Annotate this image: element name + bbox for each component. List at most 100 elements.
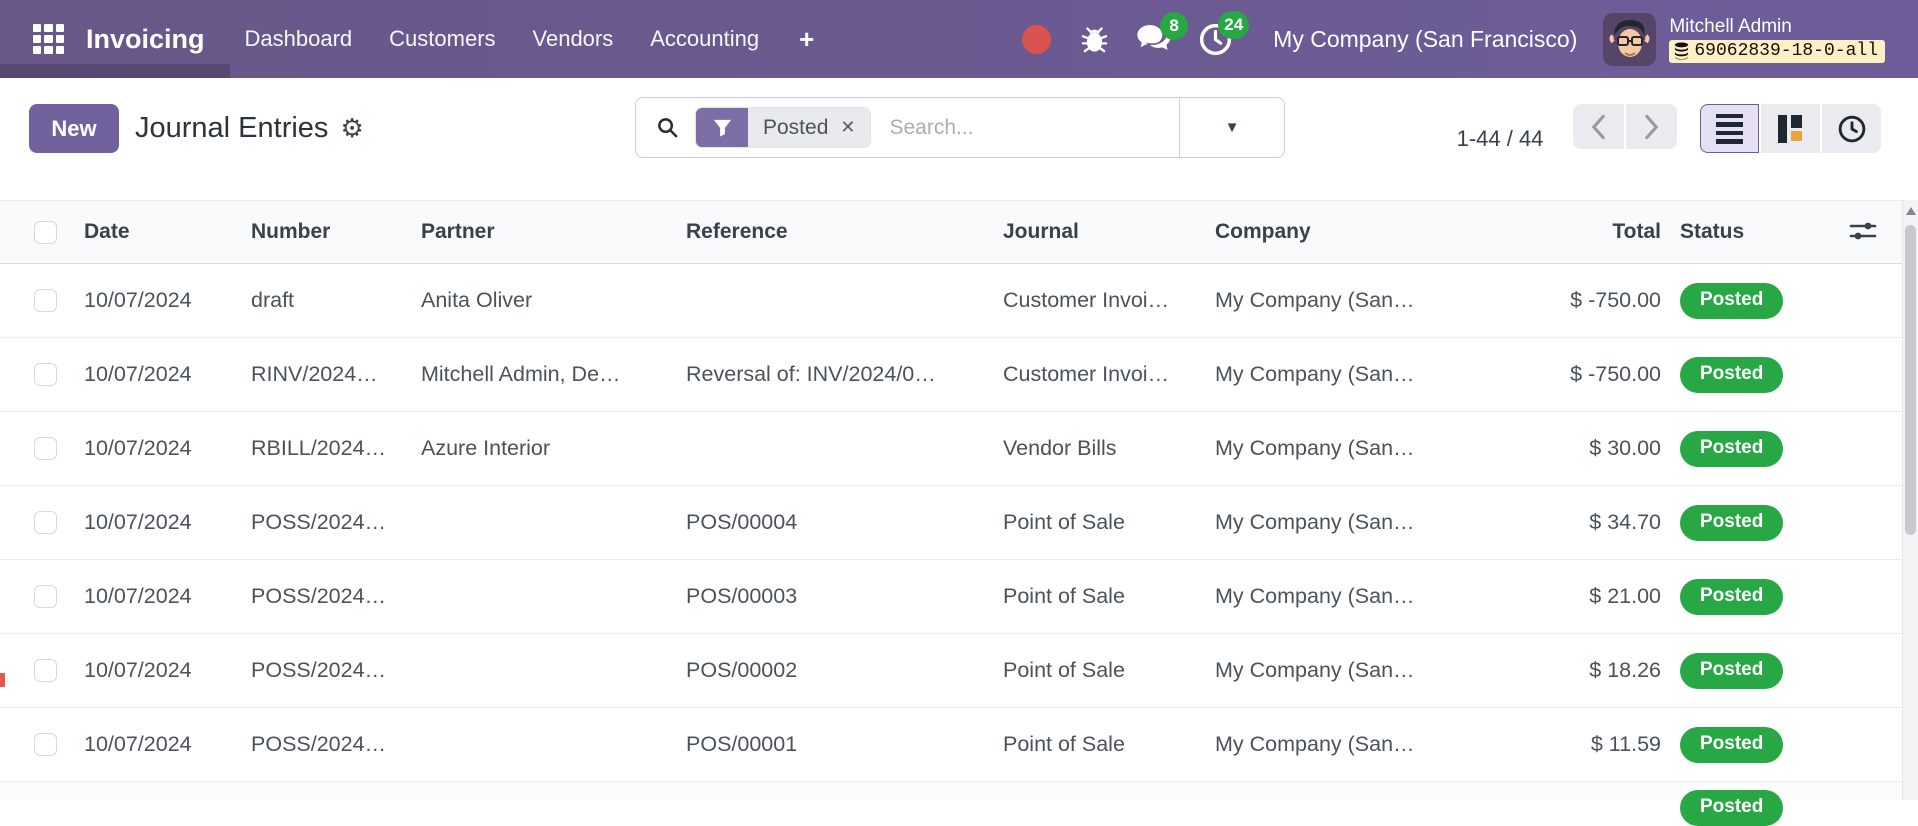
column-header-date[interactable]: Date <box>84 220 251 244</box>
plus-icon[interactable]: + <box>799 24 814 55</box>
journal-entries-list: 10/07/2024 draft Anita Oliver Customer I… <box>0 264 1902 800</box>
bug-icon[interactable] <box>1079 24 1110 55</box>
column-header-journal[interactable]: Journal <box>1003 220 1215 244</box>
cell-total: $ 21.00 <box>1545 584 1661 609</box>
cell-date: 10/07/2024 <box>84 510 251 535</box>
kanban-view-icon <box>1776 113 1806 145</box>
screen-edge-marker <box>0 673 5 687</box>
row-checkbox[interactable] <box>34 437 57 460</box>
cell-date: 10/07/2024 <box>84 658 251 683</box>
cell-total: $ 18.26 <box>1545 658 1661 683</box>
row-checkbox[interactable] <box>34 289 57 312</box>
chevron-down-icon: ▼ <box>1225 119 1240 136</box>
close-icon[interactable]: ✕ <box>840 117 855 138</box>
view-switcher <box>1700 104 1881 153</box>
search-bar: Posted ✕ ▼ <box>635 97 1285 158</box>
search-dropdown-toggle[interactable]: ▼ <box>1179 98 1284 157</box>
table-row[interactable]: 10/07/2024 POSS/2024… POS/00003 Point of… <box>0 560 1902 634</box>
cell-number: POSS/2024… <box>251 584 421 609</box>
list-view-button[interactable] <box>1700 104 1759 153</box>
cell-journal: Vendor Bills <box>1003 436 1215 461</box>
gear-icon[interactable]: ⚙ <box>340 115 363 141</box>
avatar[interactable] <box>1603 13 1656 66</box>
messages-icon[interactable]: 8 <box>1136 23 1172 55</box>
control-panel: New Journal Entries ⚙ Posted ✕ ▼ 1-44 / … <box>0 78 1918 200</box>
scrollbar-up-arrow-icon[interactable] <box>1906 207 1916 215</box>
cell-company: My Company (San… <box>1215 510 1545 535</box>
column-header-reference[interactable]: Reference <box>686 220 1003 244</box>
table-header: Date Number Partner Reference Journal Co… <box>0 200 1902 264</box>
status-badge: Posted <box>1680 505 1783 541</box>
vertical-scrollbar[interactable] <box>1902 200 1918 800</box>
systray: 8 24 My Company (San Francisco) <box>1022 0 1918 78</box>
new-button[interactable]: New <box>29 104 119 153</box>
cell-partner: Mitchell Admin, De… <box>421 362 686 387</box>
pager-previous-button[interactable] <box>1573 104 1624 149</box>
company-switcher[interactable]: My Company (San Francisco) <box>1273 26 1577 53</box>
cell-date: 10/07/2024 <box>84 436 251 461</box>
kanban-view-button[interactable] <box>1761 104 1820 153</box>
apps-menu-icon[interactable] <box>33 24 64 55</box>
table-row[interactable]: 10/07/2024 POSS/2024… POS/00001 Point of… <box>0 708 1902 782</box>
user-menu[interactable]: Mitchell Admin 69062839-18-0-all <box>1669 16 1885 63</box>
table-row[interactable]: 10/07/2024 POSS/2024… POS/00002 Point of… <box>0 634 1902 708</box>
column-header-partner[interactable]: Partner <box>421 220 686 244</box>
cell-reference: POS/00001 <box>686 732 1003 757</box>
app-name[interactable]: Invoicing <box>86 24 205 55</box>
column-options-icon[interactable] <box>1848 217 1878 245</box>
loading-bar <box>0 64 230 78</box>
column-header-total[interactable]: Total <box>1545 220 1661 244</box>
pager-range[interactable]: 1-44 / 44 <box>1447 78 1553 200</box>
menu-customers[interactable]: Customers <box>389 26 495 52</box>
activities-icon[interactable]: 24 <box>1198 22 1233 57</box>
cell-number: POSS/2024… <box>251 732 421 757</box>
table-row[interactable]: 10/07/2024 RINV/2024… Mitchell Admin, De… <box>0 338 1902 412</box>
filter-label: Posted <box>763 116 828 140</box>
cell-date: 10/07/2024 <box>84 584 251 609</box>
column-header-number[interactable]: Number <box>251 220 421 244</box>
cell-company: My Company (San… <box>1215 732 1545 757</box>
cell-reference: Reversal of: INV/2024/0… <box>686 362 1003 387</box>
scrollbar-thumb[interactable] <box>1905 225 1916 535</box>
activities-badge: 24 <box>1218 11 1249 39</box>
cell-total: $ 34.70 <box>1545 510 1661 535</box>
row-checkbox[interactable] <box>34 733 57 756</box>
select-all-checkbox[interactable] <box>34 221 57 244</box>
cell-date: 10/07/2024 <box>84 288 251 313</box>
search-input[interactable] <box>871 116 1179 140</box>
row-checkbox[interactable] <box>34 585 57 608</box>
column-header-company[interactable]: Company <box>1215 220 1545 244</box>
menu-accounting[interactable]: Accounting <box>650 26 759 52</box>
table-row[interactable]: 10/07/2024 draft Anita Oliver Customer I… <box>0 264 1902 338</box>
page-title: Journal Entries <box>135 112 328 145</box>
menu-vendors[interactable]: Vendors <box>533 26 614 52</box>
status-badge: Posted <box>1680 653 1783 689</box>
pager-next-button[interactable] <box>1626 104 1677 149</box>
user-name: Mitchell Admin <box>1669 16 1885 38</box>
app-menu: Dashboard Customers Vendors Accounting <box>245 26 760 52</box>
cell-partner: Anita Oliver <box>421 288 686 313</box>
cell-reference: POS/00003 <box>686 584 1003 609</box>
database-icon <box>1674 42 1689 60</box>
filter-facet[interactable]: Posted ✕ <box>695 107 871 148</box>
table-row[interactable]: 10/07/2024 POSS/2024… POS/00004 Point of… <box>0 486 1902 560</box>
record-indicator-icon[interactable] <box>1022 25 1051 54</box>
table-row-partial[interactable]: Posted <box>0 782 1902 800</box>
search-icon <box>656 116 679 139</box>
cell-journal: Point of Sale <box>1003 510 1215 535</box>
activity-view-button[interactable] <box>1822 104 1881 153</box>
database-label: 69062839-18-0-all <box>1694 41 1878 61</box>
top-navbar: Invoicing Dashboard Customers Vendors Ac… <box>0 0 1918 78</box>
database-badge: 69062839-18-0-all <box>1669 40 1885 63</box>
row-checkbox[interactable] <box>34 659 57 682</box>
row-checkbox[interactable] <box>34 363 57 386</box>
row-checkbox[interactable] <box>34 511 57 534</box>
cell-total: $ -750.00 <box>1545 362 1661 387</box>
cell-date: 10/07/2024 <box>84 362 251 387</box>
cell-total: $ 11.59 <box>1545 732 1661 757</box>
cell-journal: Point of Sale <box>1003 584 1215 609</box>
status-badge: Posted <box>1680 283 1783 319</box>
table-row[interactable]: 10/07/2024 RBILL/2024… Azure Interior Ve… <box>0 412 1902 486</box>
menu-dashboard[interactable]: Dashboard <box>245 26 353 52</box>
filter-funnel-icon <box>696 108 748 147</box>
